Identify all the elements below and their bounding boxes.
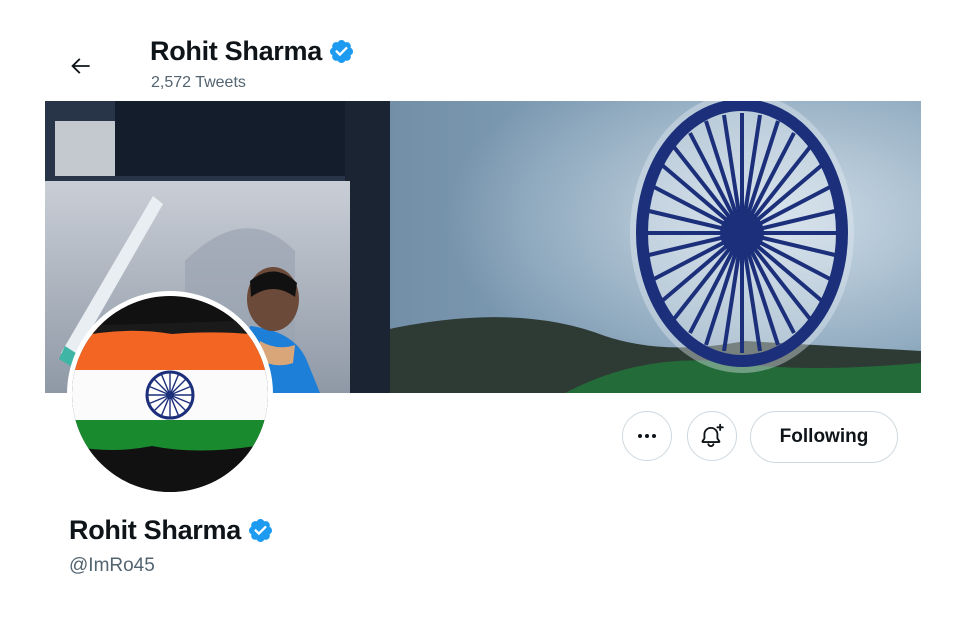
tweet-count: 2,572 Tweets	[151, 74, 246, 91]
verified-badge-icon	[329, 39, 353, 64]
more-options-button[interactable]	[622, 411, 672, 461]
back-button[interactable]	[61, 46, 101, 86]
header-name-text: Rohit Sharma	[150, 36, 322, 66]
profile-page: Rohit Sharma 2,572 Tweets Following Rohi…	[45, 28, 921, 606]
india-flag-avatar	[72, 296, 268, 492]
following-button[interactable]: Following	[750, 411, 898, 463]
header-title: Rohit Sharma	[150, 36, 355, 67]
notifications-button[interactable]	[687, 411, 737, 461]
profile-avatar[interactable]	[67, 291, 273, 497]
profile-name: Rohit Sharma	[69, 515, 274, 546]
profile-name-text: Rohit Sharma	[69, 515, 241, 545]
profile-handle: @ImRo45	[69, 555, 155, 576]
verified-badge-icon	[248, 518, 272, 543]
arrow-left-icon	[71, 58, 90, 74]
more-options-icon	[638, 434, 656, 438]
bell-plus-icon	[701, 423, 724, 448]
